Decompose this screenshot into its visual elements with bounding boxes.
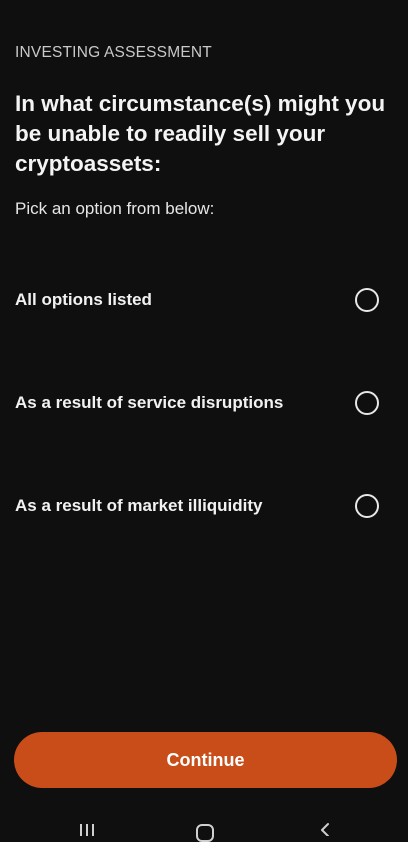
option-label: As a result of service disruptions: [15, 393, 284, 412]
radio-button[interactable]: [355, 391, 379, 415]
continue-button[interactable]: Continue: [14, 732, 397, 788]
system-navigation-bar: [0, 812, 408, 842]
back-icon[interactable]: [318, 822, 332, 836]
option-market-illiquidity[interactable]: As a result of market illiquidity: [0, 456, 408, 559]
option-all-options-listed[interactable]: All options listed: [0, 250, 408, 353]
instruction-text: Pick an option from below:: [15, 199, 215, 218]
eyebrow-label: INVESTING ASSESSMENT: [15, 44, 212, 61]
option-label: All options listed: [15, 290, 152, 309]
home-icon[interactable]: [196, 824, 214, 842]
question-title: In what circumstance(s) might you be una…: [15, 91, 386, 176]
option-label: As a result of market illiquidity: [15, 496, 263, 515]
recent-apps-icon[interactable]: [78, 824, 96, 836]
option-service-disruptions[interactable]: As a result of service disruptions: [0, 353, 408, 456]
radio-button[interactable]: [355, 288, 379, 312]
radio-button[interactable]: [355, 494, 379, 518]
